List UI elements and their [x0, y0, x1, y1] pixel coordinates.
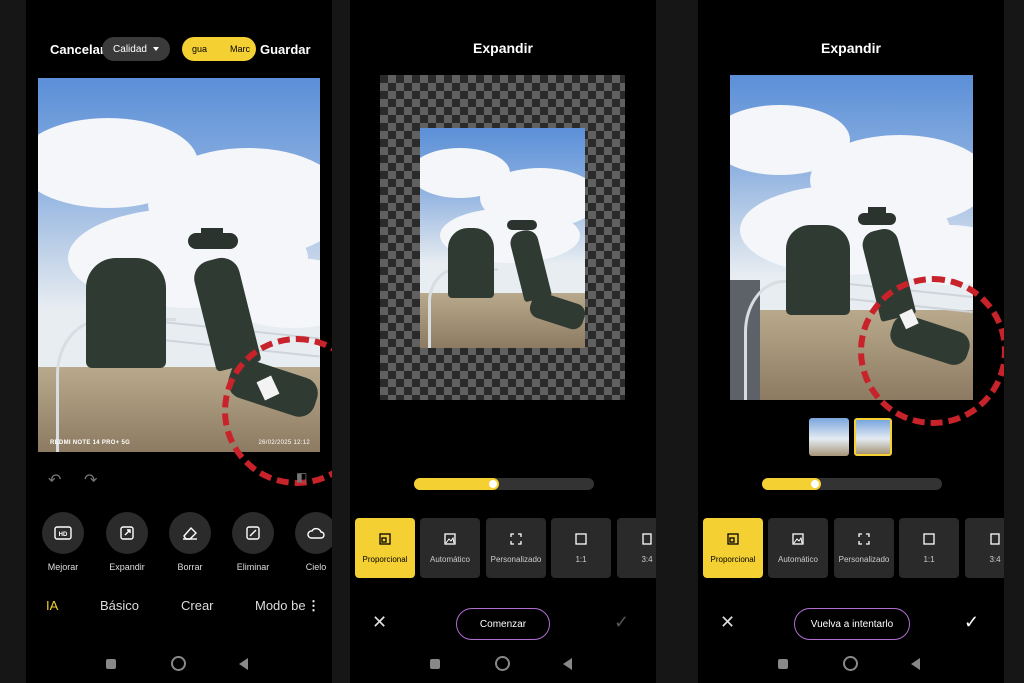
ratio-label: Personalizado	[490, 554, 542, 564]
back-icon[interactable]	[239, 658, 248, 670]
expand-icon	[106, 512, 148, 554]
watermark-left-label: gua	[192, 44, 208, 54]
tool-label: Eliminar	[236, 562, 270, 572]
check-icon[interactable]: ✓	[964, 612, 979, 633]
ratio-automatico[interactable]: Automático	[768, 518, 828, 578]
more-icon[interactable]: ⋮	[307, 598, 320, 614]
square-icon	[923, 532, 935, 545]
expand-slider[interactable]	[762, 478, 942, 490]
result-thumbnail-2[interactable]	[854, 418, 892, 456]
ratio-automatico[interactable]: Automático	[420, 518, 480, 578]
ratio-3-4[interactable]: 3:4	[965, 518, 1004, 578]
tool-mejorar[interactable]: HD Mejorar	[39, 512, 87, 572]
ratio-label: Automático	[777, 554, 819, 564]
check-icon[interactable]: ✓	[614, 612, 629, 633]
home-icon[interactable]	[495, 656, 510, 671]
ratio-label: Proporcional	[710, 554, 756, 564]
expand-screen-result: Expandir Proporcional Automático Persona…	[698, 0, 1004, 683]
undo-icon[interactable]: ↶	[48, 470, 61, 490]
editor-tabs: IA Básico Crear Modo be ⋮	[26, 598, 332, 616]
close-icon[interactable]: ✕	[372, 612, 387, 633]
ratio-label: Automático	[429, 554, 471, 564]
ratio-label: 3:4	[641, 554, 653, 564]
system-nav-bar	[350, 655, 656, 673]
ratio-label: 1:1	[575, 554, 587, 564]
cloud-icon	[295, 512, 332, 554]
ratio-frame-icon	[727, 532, 739, 545]
watermark-right-label: Marc	[230, 44, 250, 54]
tab-basico[interactable]: Básico	[100, 598, 139, 613]
image-icon	[792, 532, 804, 545]
ratio-personalizado[interactable]: Personalizado	[834, 518, 894, 578]
system-nav-bar	[698, 655, 1004, 673]
ratio-label: 3:4	[989, 554, 1001, 564]
compare-icon[interactable]: ◧	[296, 470, 307, 484]
hd-icon: HD	[42, 512, 84, 554]
page-title: Expandir	[473, 40, 533, 56]
ratio-proporcional[interactable]: Proporcional	[355, 518, 415, 578]
editor-screen: Cancelar Calidad gua Marc Guardar REDMI …	[26, 0, 332, 683]
back-icon[interactable]	[911, 658, 920, 670]
tab-crear[interactable]: Crear	[181, 598, 214, 613]
ratio-1-1[interactable]: 1:1	[551, 518, 611, 578]
recents-icon[interactable]	[778, 659, 788, 669]
tool-eliminar[interactable]: Eliminar	[229, 512, 277, 572]
watermark-toggle[interactable]: gua Marc	[182, 37, 256, 61]
ratio-personalizado[interactable]: Personalizado	[486, 518, 546, 578]
back-icon[interactable]	[563, 658, 572, 670]
ratio-label: 1:1	[923, 554, 935, 564]
quality-label: Calidad	[113, 43, 147, 55]
image-icon	[444, 532, 456, 545]
tool-borrar[interactable]: Borrar	[166, 512, 214, 572]
tool-label: Expandir	[109, 562, 145, 572]
expand-screen-before: Expandir Proporcional Automático Persona…	[350, 0, 656, 683]
tool-label: Mejorar	[47, 562, 79, 572]
ratio-3-4[interactable]: 3:4	[617, 518, 656, 578]
start-button[interactable]: Comenzar	[456, 608, 550, 640]
home-icon[interactable]	[843, 656, 858, 671]
expand-slider[interactable]	[414, 478, 594, 490]
cancel-button[interactable]: Cancelar	[50, 42, 105, 57]
photo-preview	[420, 128, 585, 348]
portrait-icon	[990, 532, 1000, 545]
tab-modo[interactable]: Modo be	[255, 598, 309, 613]
square-icon	[575, 532, 587, 545]
annotation-circle	[858, 276, 1004, 426]
ratio-label: Personalizado	[838, 554, 890, 564]
crop-corners-icon	[858, 532, 870, 545]
caret-down-icon	[152, 47, 159, 51]
save-button[interactable]: Guardar	[260, 42, 311, 57]
camera-watermark: REDMI NOTE 14 PRO+ 5G	[50, 440, 131, 446]
result-thumbnail-1[interactable]	[809, 418, 849, 456]
redo-icon[interactable]: ↷	[84, 470, 97, 490]
page-title: Expandir	[821, 40, 881, 56]
home-icon[interactable]	[171, 656, 186, 671]
recents-icon[interactable]	[430, 659, 440, 669]
portrait-icon	[642, 532, 652, 545]
retry-button[interactable]: Vuelva a intentarlo	[794, 608, 910, 640]
ratio-1-1[interactable]: 1:1	[899, 518, 959, 578]
ratio-proporcional[interactable]: Proporcional	[703, 518, 763, 578]
system-nav-bar	[26, 655, 332, 673]
tool-label: Borrar	[177, 562, 203, 572]
ratio-frame-icon	[379, 532, 391, 545]
tool-expandir[interactable]: Expandir	[103, 512, 151, 572]
recents-icon[interactable]	[106, 659, 116, 669]
svg-text:HD: HD	[59, 532, 68, 538]
tool-label: Cielo	[305, 562, 327, 572]
ratio-label: Proporcional	[362, 554, 408, 564]
tool-cielo[interactable]: Cielo	[292, 512, 332, 572]
remove-icon	[232, 512, 274, 554]
tab-ia[interactable]: IA	[46, 598, 58, 613]
quality-dropdown[interactable]: Calidad	[102, 37, 170, 61]
eraser-icon	[169, 512, 211, 554]
close-icon[interactable]: ✕	[720, 612, 735, 633]
crop-corners-icon	[510, 532, 522, 545]
